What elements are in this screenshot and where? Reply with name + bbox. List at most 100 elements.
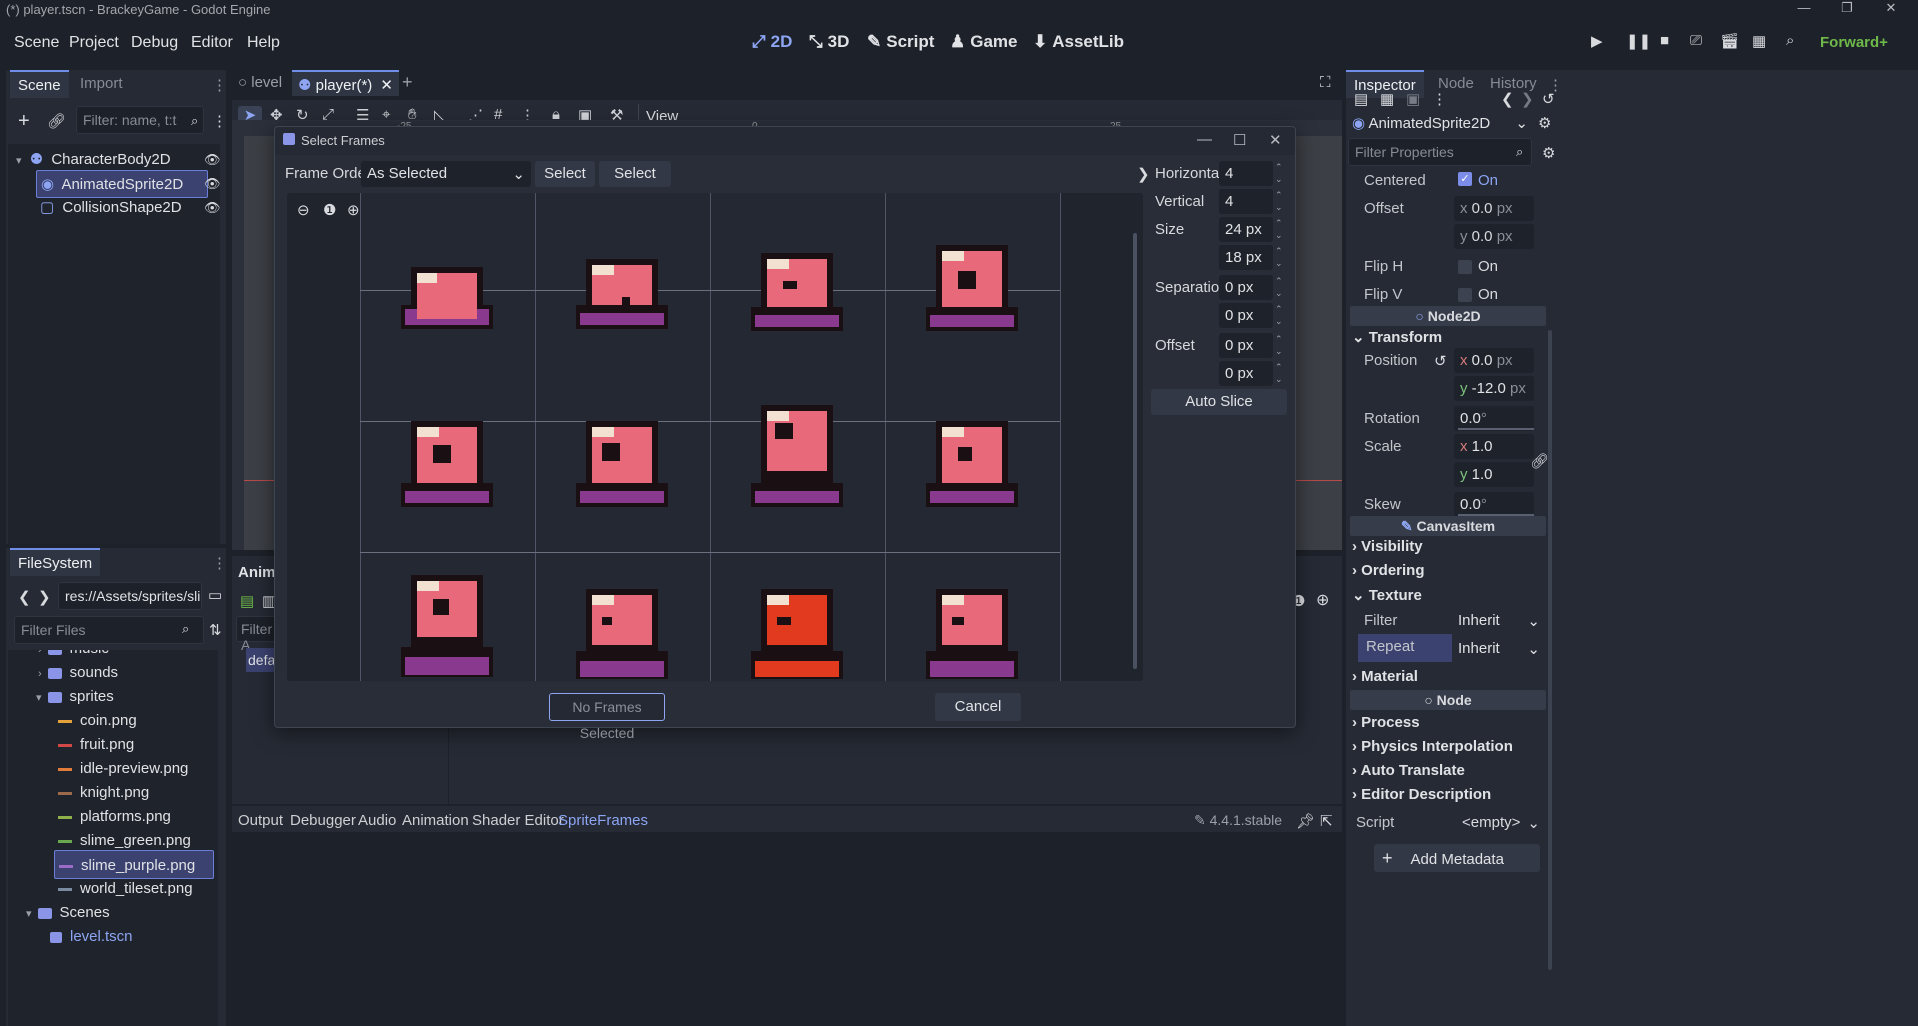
separation-x-field[interactable]: 0 px	[1219, 275, 1273, 300]
spin-arrows-icon[interactable]: ⌃ ⌄	[1275, 303, 1283, 327]
offset-y-field[interactable]: y 0.0 px	[1454, 224, 1534, 249]
tab-filesystem[interactable]: FileSystem	[10, 548, 101, 576]
tab-animation[interactable]: Animation	[402, 812, 469, 829]
save-resource-icon[interactable]: ▣	[1406, 90, 1420, 108]
workspace-game[interactable]: ♟ Game	[950, 32, 1018, 52]
workspace-2d[interactable]: ⤢ 2D	[752, 32, 792, 52]
select-all-button[interactable]: Select All	[535, 161, 595, 208]
size-y-field[interactable]: 18 px	[1219, 245, 1273, 270]
size-x-field[interactable]: 24 px	[1219, 217, 1273, 242]
slime-frame-7[interactable]	[747, 405, 847, 507]
slime-frame-10[interactable]	[572, 589, 672, 679]
section-auto-translate[interactable]: › Auto Translate	[1352, 762, 1465, 779]
renderer-select[interactable]: Forward+	[1820, 34, 1888, 51]
tab-player[interactable]: ⚉ player(*) ✕	[292, 70, 399, 96]
filter-animations-input[interactable]: Filter A	[236, 616, 276, 653]
tab-scene[interactable]: Scene	[10, 70, 69, 98]
resource-menu-icon[interactable]: ⋮	[1432, 90, 1447, 108]
workspace-script[interactable]: ✎ Script	[867, 32, 934, 52]
menu-help[interactable]: Help	[247, 34, 280, 52]
tab-audio[interactable]: Audio	[358, 812, 396, 829]
back-icon[interactable]: ❮	[18, 588, 31, 606]
vertical-field[interactable]: 4	[1219, 189, 1273, 214]
split-mode-icon[interactable]: ▭	[208, 586, 222, 604]
spin-arrows-icon[interactable]: ⌃ ⌄	[1275, 333, 1283, 357]
zoom-in-icon[interactable]: ⊕	[347, 201, 360, 219]
tab-debugger[interactable]: Debugger	[290, 812, 356, 829]
confirm-frames-button[interactable]: No Frames Selected	[549, 693, 665, 741]
zoom-out-icon[interactable]: ⊖	[297, 201, 310, 219]
rotation-slider[interactable]	[1458, 428, 1534, 430]
slime-frame-5[interactable]	[397, 421, 497, 509]
script-select[interactable]: <empty> ⌄	[1454, 810, 1546, 836]
slime-frame-9[interactable]	[397, 575, 497, 677]
revert-icon[interactable]: ↺	[1434, 352, 1447, 370]
offset-x-field[interactable]: 0 px	[1219, 333, 1273, 358]
section-transform[interactable]: ⌄ Transform	[1352, 328, 1442, 346]
play-custom-icon[interactable]: ▦	[1752, 32, 1766, 50]
maximize-icon[interactable]: ❐	[1833, 0, 1861, 18]
frame-order-select[interactable]: As Selected ⌄	[361, 161, 531, 187]
dock-menu-icon[interactable]: ⋮	[212, 554, 227, 572]
distraction-free-icon[interactable]: ⛶	[1320, 74, 1331, 91]
spin-arrows-icon[interactable]: ⌃ ⌄	[1275, 189, 1283, 213]
position-y-field[interactable]: y -12.0 px	[1454, 376, 1534, 401]
tree-node-collisionshape2d[interactable]: ▢ CollisionShape2D	[40, 194, 182, 222]
collapse-panel-icon[interactable]: ❯	[1137, 165, 1150, 183]
scale-x-field[interactable]: x 1.0	[1454, 434, 1534, 459]
offset-x-field[interactable]: x 0.0 px	[1454, 196, 1534, 221]
spin-arrows-icon[interactable]: ⌃ ⌄	[1275, 161, 1283, 185]
spin-arrows-icon[interactable]: ⌃ ⌄	[1275, 245, 1283, 269]
file-level-tscn[interactable]: level.tscn	[50, 922, 133, 951]
node-settings-icon[interactable]: ⚙	[1538, 114, 1551, 132]
visibility-eye-icon[interactable]: 👁︎	[204, 200, 221, 216]
dock-menu-icon[interactable]: ⋮	[212, 76, 227, 94]
play-scene-icon[interactable]: 🎬︎	[1720, 32, 1739, 50]
menu-debug[interactable]: Debug	[131, 34, 178, 52]
maximize-icon[interactable]: ☐	[1233, 131, 1246, 149]
new-resource-icon[interactable]: ▤	[1354, 90, 1368, 108]
play-icon[interactable]: ▶	[1591, 32, 1603, 50]
slime-frame-12[interactable]	[922, 589, 1022, 679]
link-scale-icon[interactable]: 🔗︎	[1530, 452, 1549, 470]
visibility-eye-icon[interactable]: 👁︎	[204, 152, 221, 168]
workspace-assetlib[interactable]: ⬇ AssetLib	[1033, 32, 1124, 52]
close-dialog-icon[interactable]: ✕	[1269, 131, 1282, 149]
offset-y-field[interactable]: 0 px	[1219, 361, 1273, 386]
zoom-in-icon[interactable]: ⊕	[1316, 590, 1329, 610]
menu-project[interactable]: Project	[69, 34, 119, 52]
slime-frame-4[interactable]	[922, 245, 1022, 333]
flip-h-checkbox[interactable]	[1458, 260, 1472, 274]
minimize-icon[interactable]: —	[1790, 0, 1818, 18]
path-input[interactable]: res://Assets/sprites/slime_	[58, 582, 202, 610]
tab-output[interactable]: Output	[238, 812, 283, 829]
new-animation-icon[interactable]: ▤	[240, 592, 254, 610]
node-type-select[interactable]: ◉ AnimatedSprite2D ⌄	[1348, 110, 1532, 136]
spin-arrows-icon[interactable]: ⌃ ⌄	[1275, 361, 1283, 385]
sprite-sheet-view[interactable]: ⊖ ❶ ⊕	[287, 193, 1143, 681]
close-window-icon[interactable]: ✕	[1877, 0, 1905, 18]
select-none-button[interactable]: Select None	[599, 161, 671, 208]
add-node-icon[interactable]: +	[18, 110, 30, 133]
scrollbar[interactable]	[1133, 233, 1137, 669]
slime-frame-1[interactable]	[397, 265, 497, 353]
scene-filter-input[interactable]: Filter: name, t:t	[76, 106, 204, 134]
section-material[interactable]: › Material	[1352, 668, 1418, 685]
slime-frame-8[interactable]	[922, 421, 1022, 509]
visibility-eye-icon[interactable]: 👁︎	[204, 176, 221, 192]
minimize-icon[interactable]: —	[1197, 131, 1212, 148]
tune-icon[interactable]: ⚙	[1542, 144, 1555, 162]
link-icon[interactable]: 🔗︎	[47, 112, 66, 130]
slime-frame-11-hurt[interactable]	[747, 589, 847, 679]
slime-frame-6[interactable]	[572, 421, 672, 509]
section-editor-description[interactable]: › Editor Description	[1352, 786, 1491, 803]
zoom-reset-icon[interactable]: ❶	[323, 201, 336, 219]
spin-arrows-icon[interactable]: ⌃ ⌄	[1275, 275, 1283, 299]
history-forward-icon[interactable]: ❯	[1521, 90, 1534, 108]
cancel-button[interactable]: Cancel	[935, 693, 1021, 721]
open-resource-icon[interactable]: ▦	[1380, 90, 1394, 108]
scale-y-field[interactable]: y 1.0	[1454, 462, 1534, 487]
scene-menu-icon[interactable]: ⋮	[212, 112, 227, 130]
horizontal-field[interactable]: 4	[1219, 161, 1273, 186]
add-tab-icon[interactable]: +	[402, 72, 413, 93]
